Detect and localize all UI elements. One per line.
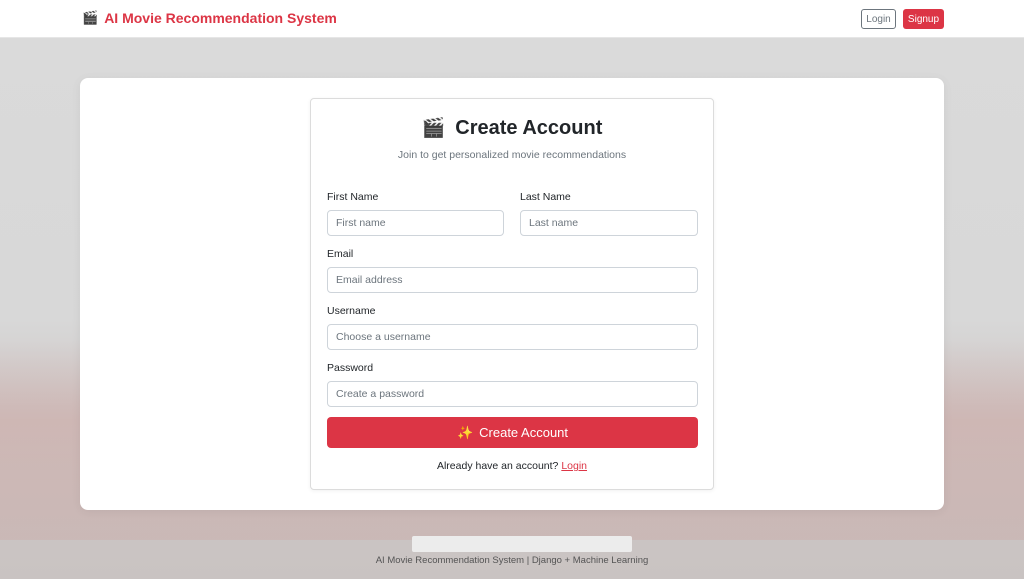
password-field[interactable]: [327, 381, 698, 407]
page-subtitle: Join to get personalized movie recommend…: [397, 149, 627, 161]
first-name-field[interactable]: [327, 210, 504, 236]
password-label: Password: [327, 362, 374, 374]
nav-signup-button[interactable]: Signup: [903, 9, 944, 29]
sparkles-icon: ✨: [456, 424, 474, 440]
clapper-board-icon: 🎬: [421, 118, 446, 139]
signup-card: 🎬 Create Account Join to get personalize…: [310, 98, 714, 490]
create-account-button-label: Create Account: [479, 425, 569, 440]
footer-text: AI Movie Recommendation System | Django …: [375, 555, 649, 566]
background-theater-screen: [412, 536, 632, 552]
username-field[interactable]: [327, 324, 698, 350]
page-title-text: Create Account: [455, 116, 603, 139]
login-link[interactable]: Login: [561, 460, 587, 472]
create-account-button[interactable]: ✨ Create Account: [327, 417, 698, 448]
email-field[interactable]: [327, 267, 698, 293]
first-name-label: First Name: [327, 191, 379, 203]
email-label: Email: [327, 248, 354, 260]
brand-link[interactable]: 🎬 AI Movie Recommendation System: [82, 10, 337, 26]
nav-login-button[interactable]: Login: [861, 9, 896, 29]
username-label: Username: [327, 305, 376, 317]
navbar: 🎬 AI Movie Recommendation System Login S…: [0, 0, 1024, 38]
login-prompt: Already have an account? Login: [311, 460, 713, 472]
clapper-board-icon: 🎬: [82, 10, 99, 25]
page-title: 🎬 Create Account: [311, 116, 713, 140]
last-name-label: Last Name: [520, 191, 571, 203]
login-prompt-text: Already have an account?: [436, 460, 559, 472]
last-name-field[interactable]: [520, 210, 698, 236]
brand-text: AI Movie Recommendation System: [104, 10, 337, 26]
